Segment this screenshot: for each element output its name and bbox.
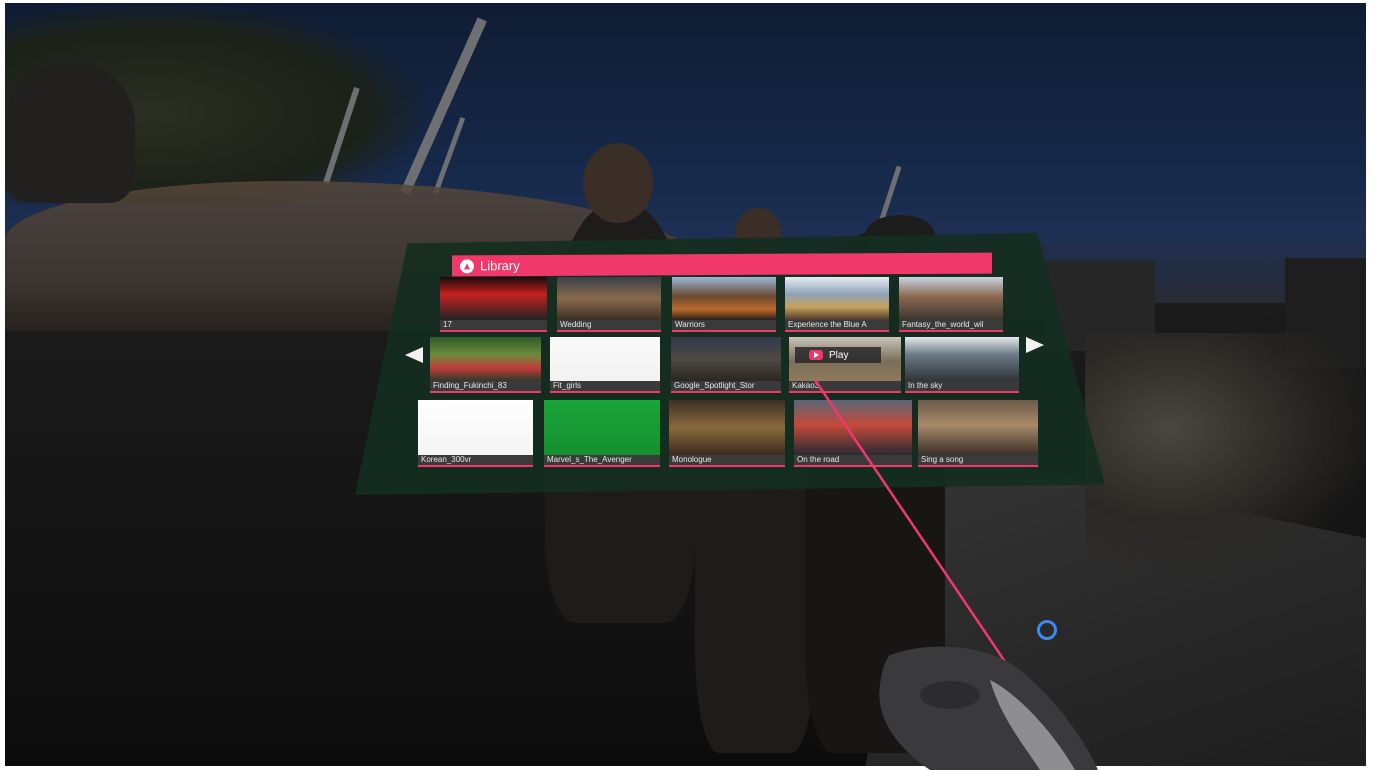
pointer-laser	[813, 379, 1014, 673]
vr-controller	[879, 646, 1098, 770]
laser-beam	[813, 379, 1014, 673]
ring-cursor-icon	[1037, 620, 1057, 640]
